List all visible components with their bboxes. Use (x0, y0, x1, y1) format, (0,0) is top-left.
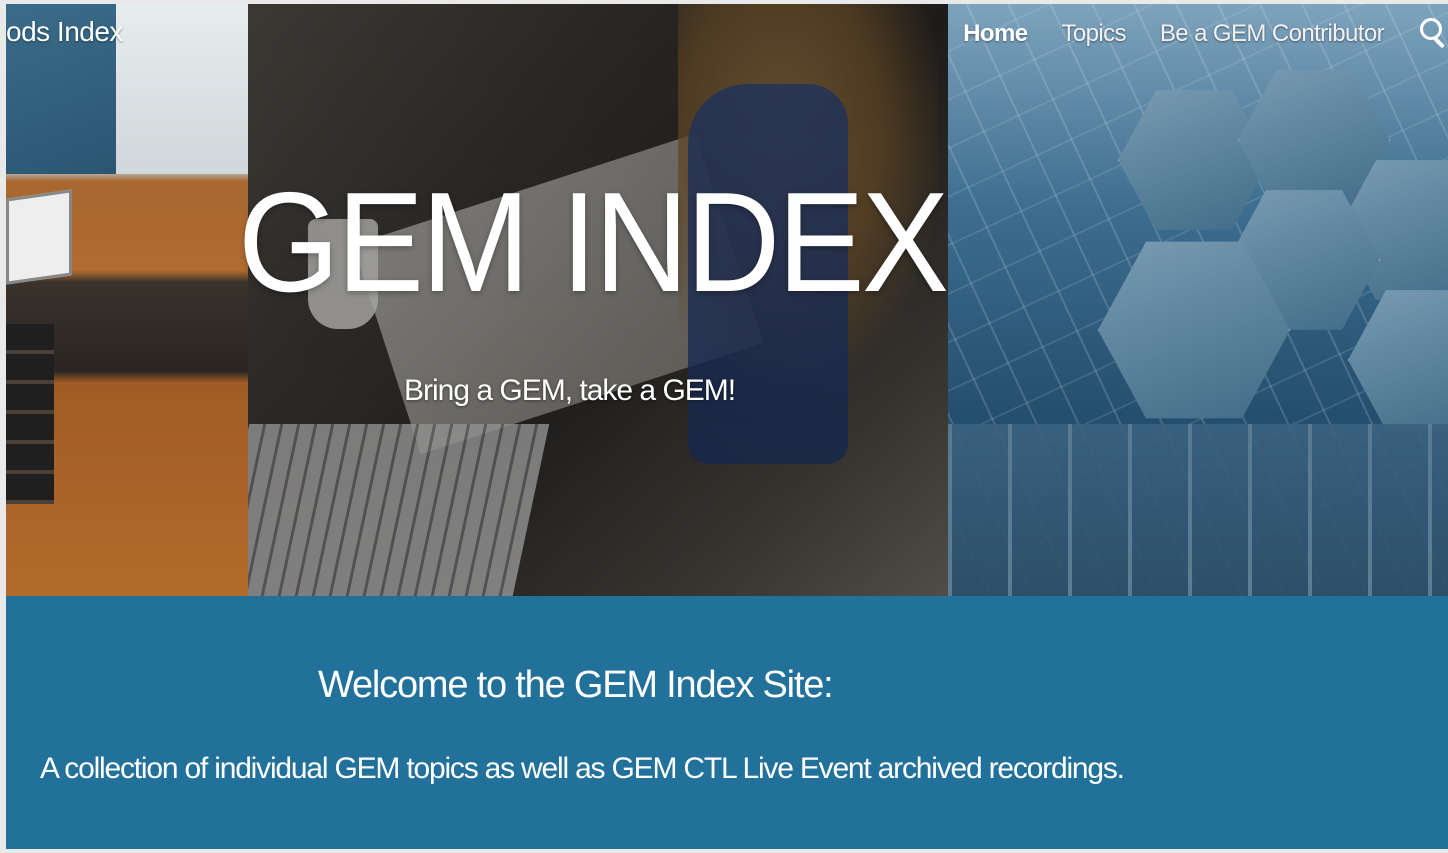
page-frame: ods Index Home Topics Be a GEM Contribut… (6, 4, 1448, 849)
hero-image-window (116, 4, 248, 174)
bottom-divider (0, 849, 1448, 853)
hero-image-telescope (948, 4, 1448, 596)
hero-banner: ods Index Home Topics Be a GEM Contribut… (6, 4, 1448, 596)
nav-item-home[interactable]: Home (963, 20, 1028, 48)
hero-image-tablet (6, 189, 72, 285)
welcome-heading: Welcome to the GEM Index Site: (318, 664, 834, 706)
hero-image-office (6, 4, 248, 596)
nav-item-topics[interactable]: Topics (1061, 20, 1126, 48)
hero-image-structure (948, 424, 1448, 596)
welcome-description: A collection of individual GEM topics as… (40, 752, 1125, 785)
nav-item-contributor[interactable]: Be a GEM Contributor (1160, 20, 1385, 48)
main-nav: Home Topics Be a GEM Contributor (963, 16, 1448, 52)
hero-tagline: Bring a GEM, take a GEM! (404, 374, 736, 407)
hero-image-books (6, 324, 54, 504)
search-icon-handle (1432, 36, 1446, 49)
search-icon-lens (1420, 18, 1442, 40)
search-icon[interactable] (1418, 16, 1448, 52)
hero-title: GEM INDEX (238, 163, 949, 322)
welcome-section: Welcome to the GEM Index Site: A collect… (6, 596, 1448, 849)
site-title[interactable]: ods Index (6, 16, 123, 48)
